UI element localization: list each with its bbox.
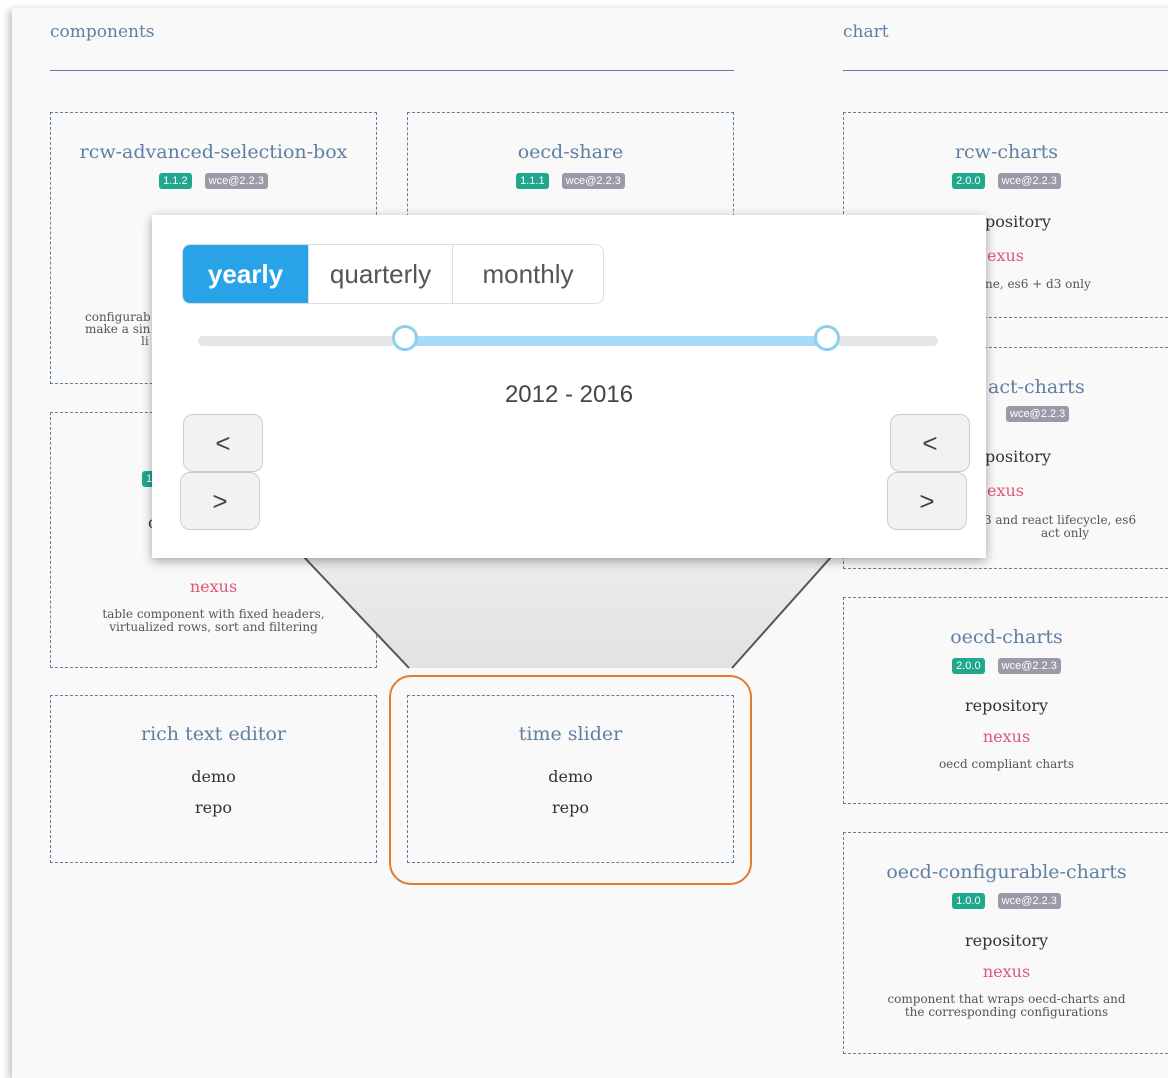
slider-end-handle[interactable] — [814, 325, 840, 351]
highlight-outline — [389, 675, 752, 885]
option-quarterly[interactable]: quarterly — [309, 245, 453, 303]
start-next-button[interactable]: > — [180, 472, 260, 530]
option-monthly[interactable]: monthly — [453, 245, 603, 303]
end-next-button[interactable]: > — [887, 472, 967, 530]
time-slider-popup: yearly quarterly monthly 2012 - 2016 < >… — [152, 215, 986, 558]
slider-start-handle[interactable] — [392, 325, 419, 351]
frequency-toggle: yearly quarterly monthly — [182, 244, 604, 304]
end-prev-button[interactable]: < — [890, 414, 970, 472]
option-yearly[interactable]: yearly — [183, 245, 309, 303]
slider-range-fill — [405, 336, 827, 346]
start-prev-button[interactable]: < — [183, 414, 263, 472]
range-label: 2012 - 2016 — [504, 381, 634, 408]
